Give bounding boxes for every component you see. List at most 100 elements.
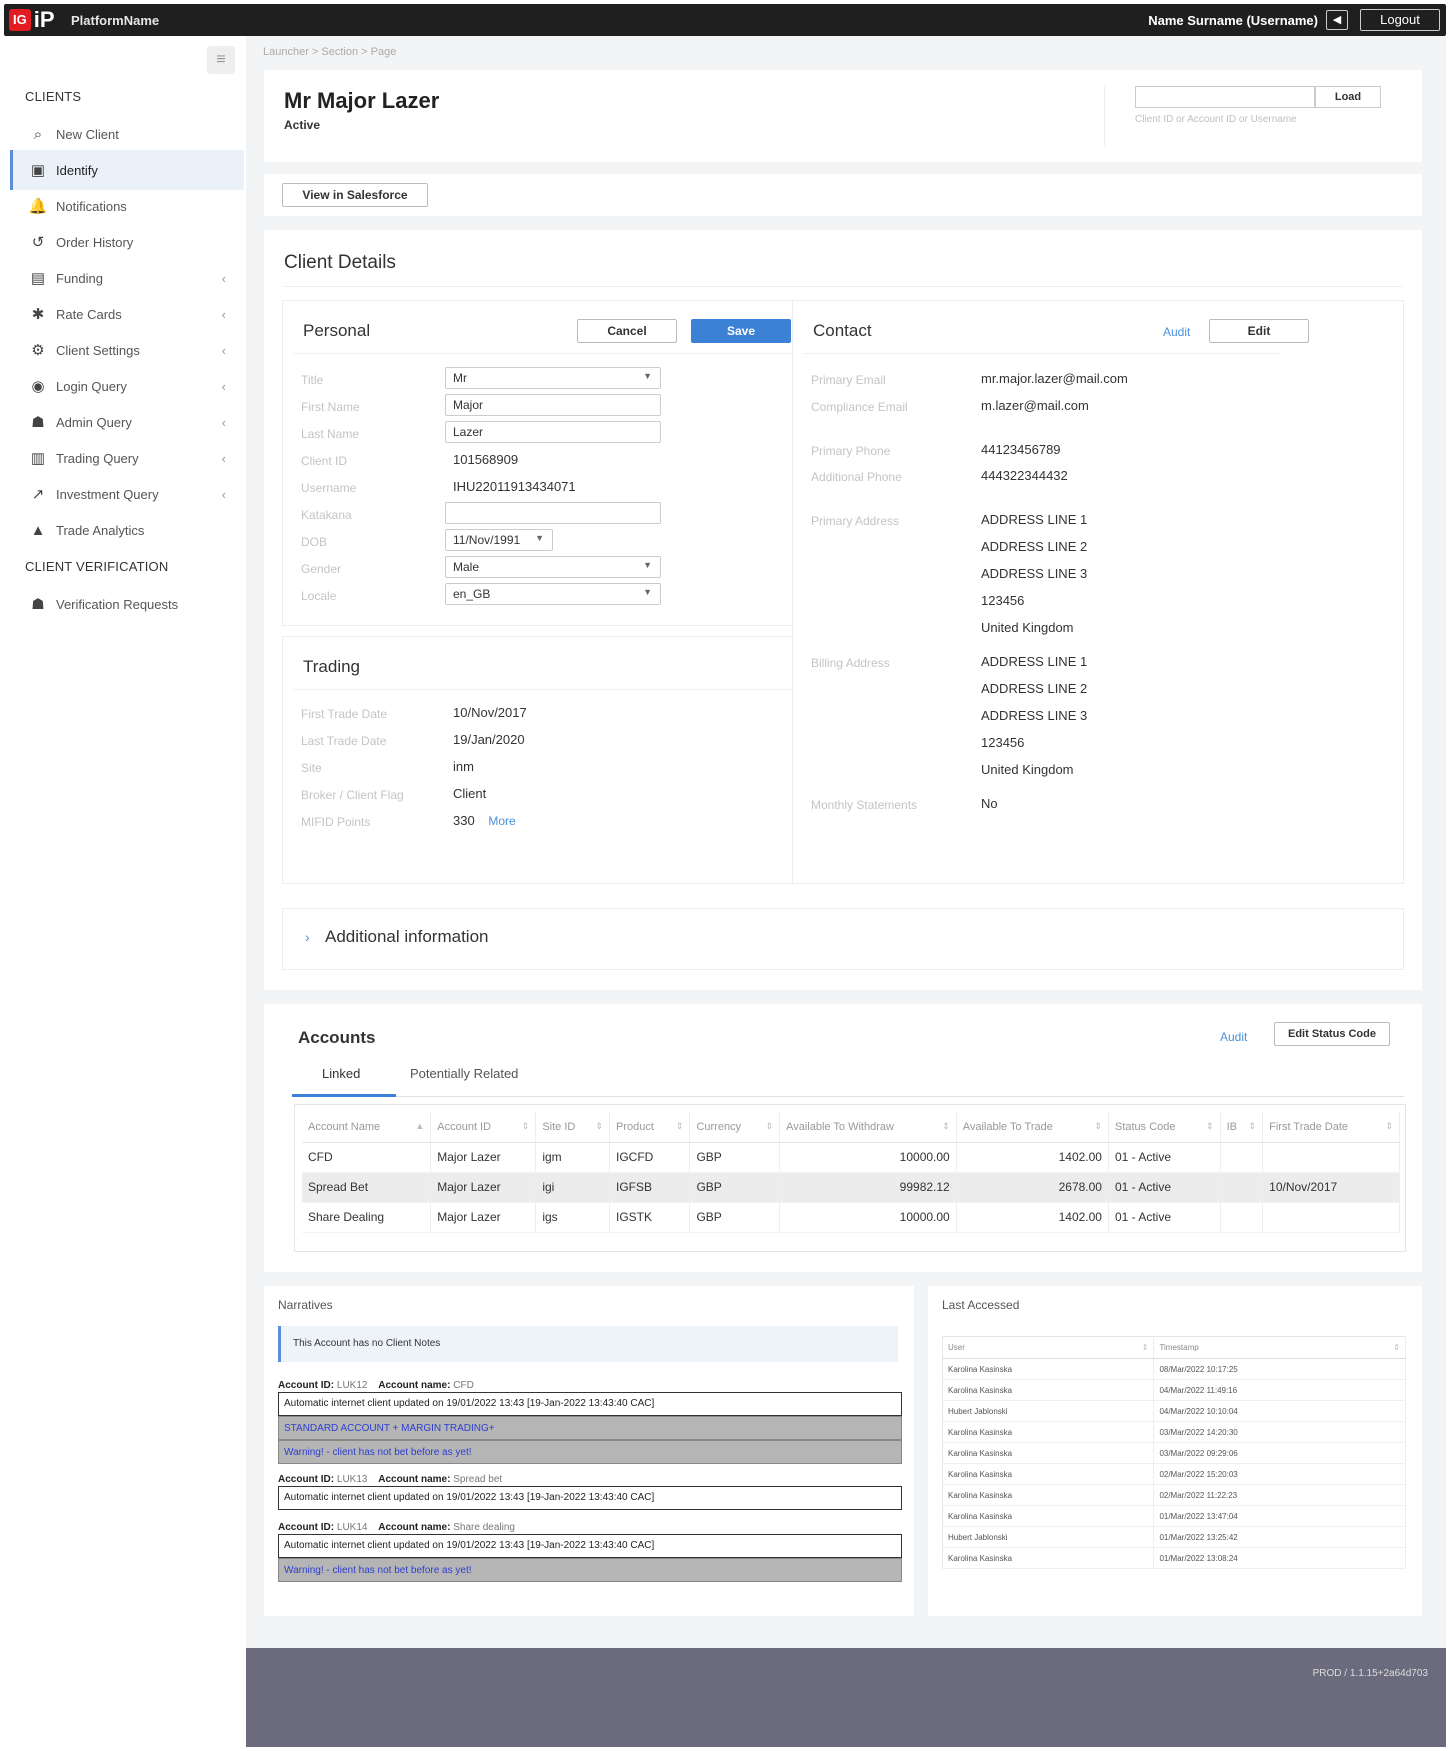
sort-icon[interactable]: ⇕ [1142,1343,1149,1352]
sort-icon[interactable]: ⇕ [1249,1121,1257,1132]
sidebar-item-funding[interactable]: ▤ Funding ‹ [10,258,244,298]
sort-icon[interactable]: ⇕ [942,1121,950,1132]
client-search-input[interactable] [1135,86,1315,108]
column-header[interactable]: User ⇕ [942,1336,1155,1359]
sidebar-item-order-history[interactable]: ↺ Order History [10,222,244,262]
last-name-field[interactable] [445,421,661,443]
menu-collapse-icon[interactable]: ≡ [207,46,235,74]
cancel-button[interactable]: Cancel [577,319,677,343]
column-header[interactable]: Account Name ▲ [302,1112,432,1143]
divider [292,1096,1404,1097]
sidebar-item-new-client[interactable]: ⌕ New Client [10,114,244,154]
sort-icon[interactable]: ⇕ [1206,1121,1214,1132]
accounts-title: Accounts [298,1028,376,1047]
chevron-left-icon[interactable]: ‹ [222,379,226,394]
tab-potentially-related[interactable]: Potentially Related [410,1066,518,1081]
sort-icon[interactable]: ⇕ [522,1121,530,1132]
divider [803,353,1281,354]
last-accessed-table: User ⇕ Timestamp ⇕ Karolina Kasinska 08/Mar/… [942,1336,1406,1569]
bar-chart-icon: ▥ [30,450,46,467]
tab-linked[interactable]: Linked [322,1066,360,1081]
column-header[interactable]: Site ID ⇕ [535,1112,610,1143]
logo-ig: IG [9,9,31,31]
table-cell [1220,1202,1264,1233]
sidebar-item-admin-query[interactable]: ☗ Admin Query ‹ [10,402,244,442]
chevron-left-icon[interactable]: ‹ [222,307,226,322]
narrative-entry: Automatic internet client updated on 19/… [278,1392,902,1416]
chevron-left-icon[interactable]: ‹ [222,415,226,430]
table-row[interactable]: CFD Major Lazer igm IGCFD GBP 10000.00 1402.00… [302,1142,1400,1173]
sidebar-item-notifications[interactable]: 🔔 Notifications [10,186,244,226]
sidebar-section-verification: CLIENT VERIFICATION [25,559,169,574]
table-cell: Karolina Kasinska [942,1463,1155,1485]
sidebar-item-identify[interactable]: ▣ Identify [10,150,244,190]
sidebar-item-label: Client Settings [56,342,140,358]
platform-name: PlatformName [71,13,160,28]
first-name-field[interactable] [445,394,661,416]
sidebar-item-label: Verification Requests [56,596,179,612]
gender-select[interactable]: Male ▼ [445,556,661,578]
title-select[interactable]: Mr ▼ [445,367,661,389]
locale-select[interactable]: en_GB ▼ [445,583,661,605]
table-cell [1220,1172,1264,1203]
column-header[interactable]: Timestamp ⇕ [1153,1336,1406,1359]
sort-icon[interactable]: ⇕ [1094,1121,1102,1132]
last-trade-value: 19/Jan/2020 [453,732,525,747]
sort-icon[interactable]: ⇕ [1385,1121,1393,1132]
sidebar-item-investment-query[interactable]: ↗ Investment Query ‹ [10,474,244,514]
dob-select[interactable]: 11/Nov/1991 ▼ [445,529,553,551]
sidebar-item-verification-requests[interactable]: ☗ Verification Requests [10,584,244,624]
sidebar-item-trading-query[interactable]: ▥ Trading Query ‹ [10,438,244,478]
katakana-field[interactable] [445,502,661,524]
logo[interactable]: IG iP [9,9,55,31]
site-label: Site [301,761,322,775]
edit-status-code-button[interactable]: Edit Status Code [1274,1022,1390,1046]
logout-button[interactable]: Logout [1360,9,1440,31]
column-header[interactable]: Available To Withdraw ⇕ [779,1112,957,1143]
sidebar-item-rate-cards[interactable]: ✱ Rate Cards ‹ [10,294,244,334]
save-button[interactable]: Save [691,319,791,343]
contact-edit-button[interactable]: Edit [1209,319,1309,343]
sort-icon[interactable]: ⇕ [1393,1343,1400,1352]
sidebar-item-client-settings[interactable]: ⚙ Client Settings ‹ [10,330,244,370]
column-header[interactable]: Product ⇕ [609,1112,691,1143]
sort-icon[interactable]: ⇕ [676,1121,684,1132]
chevron-down-icon: ▼ [643,587,652,597]
table-row[interactable]: Share Dealing Major Lazer igs IGSTK GBP 10000… [302,1202,1400,1233]
table-cell: igm [535,1142,610,1173]
gender-value: Male [453,560,480,574]
speaker-icon[interactable]: ◀ [1326,10,1348,30]
more-link[interactable]: More [488,814,515,828]
column-header[interactable]: IB ⇕ [1220,1112,1264,1143]
chevron-left-icon[interactable]: ‹ [222,487,226,502]
client-id-value: 101568909 [453,452,519,467]
narrative-warning: Warning! - client has not bet before as … [278,1440,902,1464]
chevron-left-icon[interactable]: ‹ [222,451,226,466]
client-header: Mr Major Lazer Active Load Client ID or … [264,70,1422,162]
broker-flag-value: Client [453,786,487,801]
column-header[interactable]: Currency ⇕ [689,1112,781,1143]
sidebar-item-login-query[interactable]: ◉ Login Query ‹ [10,366,244,406]
chevron-down-icon: ▼ [535,533,544,543]
locale-value: en_GB [453,587,491,601]
user-name[interactable]: Name Surname (Username) [1148,13,1318,28]
sort-icon[interactable]: ⇕ [766,1121,774,1132]
sort-icon[interactable]: ▲ [415,1121,424,1131]
column-header[interactable]: Available To Trade ⇕ [956,1112,1109,1143]
chevron-left-icon[interactable]: ‹ [222,343,226,358]
column-header[interactable]: Status Code ⇕ [1108,1112,1221,1143]
load-button[interactable]: Load [1315,86,1381,108]
additional-info-panel[interactable]: › Additional information [282,908,1404,970]
accounts-audit-link[interactable]: Audit [1220,1030,1247,1044]
sort-icon[interactable]: ⇕ [595,1121,603,1132]
accounts-table: Account Name ▲ Account ID ⇕ Site ID ⇕ Product ⇕… [302,1112,1400,1233]
contact-audit-link[interactable]: Audit [1163,325,1190,339]
column-header[interactable]: Account ID ⇕ [430,1112,537,1143]
column-header[interactable]: First Trade Date ⇕ [1262,1112,1400,1143]
column-header-label: IB [1226,1120,1237,1133]
view-in-salesforce-button[interactable]: View in Salesforce [282,183,428,207]
sidebar-item-trade-analytics[interactable]: ▲ Trade Analytics [10,510,244,550]
table-row[interactable]: Spread Bet Major Lazer igi IGFSB GBP 99982.12… [302,1172,1400,1203]
sidebar-item-label: Rate Cards [56,306,122,322]
chevron-left-icon[interactable]: ‹ [222,271,226,286]
